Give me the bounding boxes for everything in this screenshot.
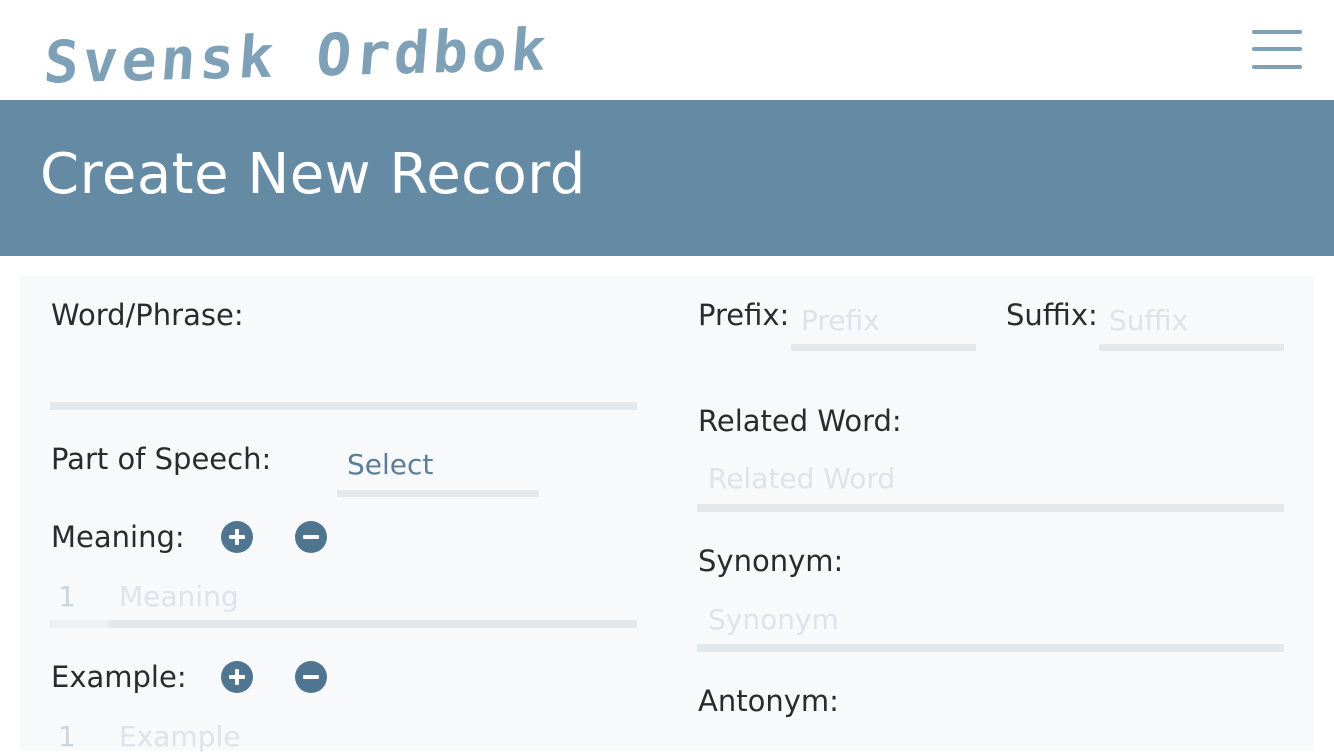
meaning-label: Meaning:	[51, 520, 185, 554]
menu-bar	[1252, 47, 1302, 51]
remove-meaning-button[interactable]	[295, 521, 327, 553]
prefix-placeholder: Prefix	[801, 304, 880, 337]
part-of-speech-underline	[337, 490, 539, 497]
plus-icon-stem	[235, 529, 239, 545]
menu-bar	[1252, 30, 1302, 34]
app-header: Svensk Ordbok	[0, 0, 1334, 100]
page-banner: Create New Record	[0, 100, 1334, 256]
example-index: 1	[58, 720, 76, 753]
related-word-placeholder: Related Word	[708, 462, 896, 495]
add-meaning-button[interactable]	[221, 521, 253, 553]
word-input[interactable]	[50, 402, 637, 410]
part-of-speech-select[interactable]: Select	[347, 448, 433, 481]
suffix-label: Suffix:	[1006, 298, 1098, 332]
prefix-input[interactable]	[791, 344, 976, 351]
synonym-input[interactable]	[697, 644, 1284, 652]
word-label: Word/Phrase:	[51, 298, 244, 332]
suffix-placeholder: Suffix	[1109, 304, 1189, 337]
example-placeholder[interactable]: Example	[119, 720, 240, 753]
meaning-input[interactable]	[109, 620, 637, 628]
app-logo[interactable]: Svensk Ordbok	[41, 15, 552, 96]
meaning-index: 1	[58, 580, 76, 613]
antonym-label: Antonym:	[698, 684, 839, 718]
synonym-label: Synonym:	[698, 544, 844, 578]
related-word-input[interactable]	[697, 504, 1284, 512]
plus-icon-stem	[235, 669, 239, 685]
minus-icon	[303, 675, 319, 679]
synonym-placeholder: Synonym	[708, 603, 839, 636]
menu-bar	[1252, 65, 1302, 69]
part-of-speech-label: Part of Speech:	[51, 442, 272, 476]
example-label: Example:	[51, 660, 187, 694]
record-form: Word/Phrase: Part of Speech: Select Mean…	[20, 276, 1314, 753]
hamburger-menu-icon[interactable]	[1252, 28, 1302, 72]
minus-icon	[303, 535, 319, 539]
page-title: Create New Record	[40, 142, 586, 207]
remove-example-button[interactable]	[295, 661, 327, 693]
add-example-button[interactable]	[221, 661, 253, 693]
related-word-label: Related Word:	[698, 404, 902, 438]
prefix-label: Prefix:	[698, 298, 790, 332]
suffix-input[interactable]	[1099, 344, 1284, 351]
meaning-placeholder: Meaning	[119, 580, 239, 613]
